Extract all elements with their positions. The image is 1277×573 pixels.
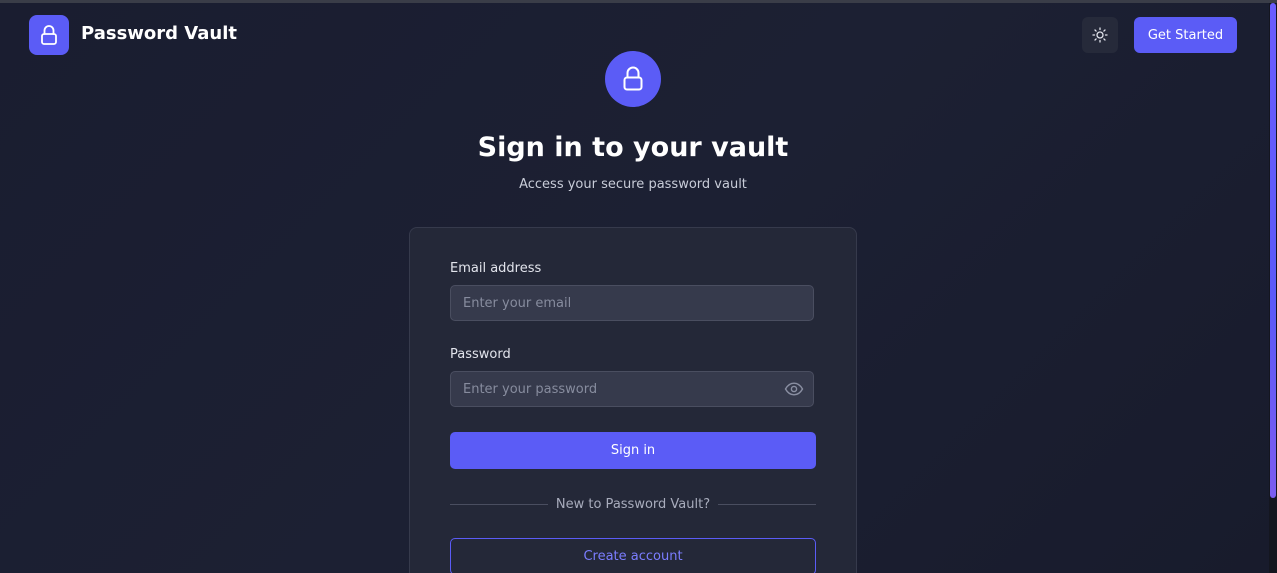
password-field[interactable]: [450, 371, 814, 407]
email-label: Email address: [450, 261, 542, 276]
email-field[interactable]: [450, 285, 814, 321]
divider: New to Password Vault?: [450, 495, 817, 513]
brand-name[interactable]: Password Vault: [81, 23, 237, 44]
theme-toggle-button[interactable]: [1082, 17, 1118, 53]
sun-icon: [1092, 27, 1108, 43]
page-title: Sign in to your vault: [477, 132, 789, 163]
hero-lock-badge: [605, 51, 661, 107]
logo[interactable]: [29, 15, 69, 55]
signin-card: Email address Password Sign in New to Pa…: [409, 227, 857, 573]
create-account-button[interactable]: Create account: [450, 538, 816, 573]
divider-text: New to Password Vault?: [555, 496, 711, 512]
password-label: Password: [450, 347, 511, 362]
divider-line-right: [718, 503, 817, 505]
show-password-toggle[interactable]: [783, 380, 805, 398]
sign-in-button[interactable]: Sign in: [450, 432, 816, 469]
scrollbar-thumb[interactable]: [1270, 3, 1276, 498]
lock-icon: [623, 66, 643, 91]
lock-icon: [41, 25, 57, 45]
divider-line-left: [450, 503, 548, 505]
page-subtitle: Access your secure password vault: [519, 177, 747, 192]
eye-icon: [784, 382, 804, 396]
get-started-button[interactable]: Get Started: [1134, 17, 1237, 53]
